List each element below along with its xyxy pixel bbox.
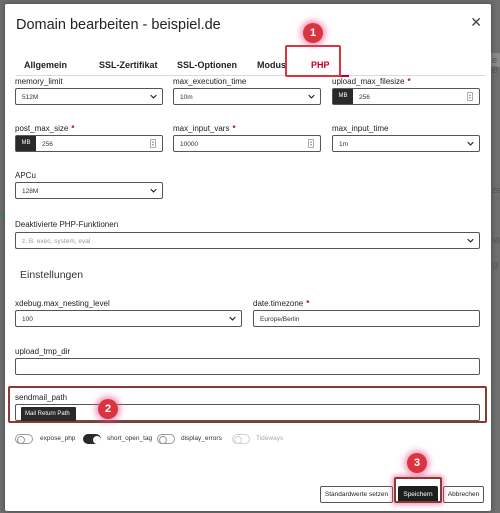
- chevron-down-icon: [467, 238, 474, 243]
- chevron-down-icon: [308, 94, 315, 99]
- dialog-title: Domain bearbeiten - beispiel.de: [16, 17, 221, 33]
- annotation-badge-3: 3: [407, 453, 427, 473]
- max-execution-time-label: max_execution_time: [173, 77, 247, 86]
- tab-ssl-zertifikat[interactable]: SSL-Zertifikat: [99, 60, 158, 70]
- upload-tmp-dir-label: upload_tmp_dir: [15, 347, 71, 356]
- tab-allgemein[interactable]: Allgemein: [24, 60, 67, 70]
- number-spinner-icon[interactable]: [150, 139, 156, 148]
- edit-domain-dialog: Domain bearbeiten - beispiel.de ✕ Allgem…: [5, 4, 491, 511]
- chevron-down-icon: [467, 141, 474, 146]
- disabled-functions-select[interactable]: z. B. exec, system, eval: [15, 232, 480, 249]
- background-text: ste: [492, 235, 500, 245]
- annotation-highlight-sendmail: [8, 386, 487, 423]
- post-max-size-label: post_max_size *: [15, 124, 75, 133]
- upload-tmp-dir-input[interactable]: [15, 358, 480, 375]
- cancel-button[interactable]: Abbrechen: [443, 486, 484, 503]
- upload-max-filesize-input[interactable]: MB 256: [332, 88, 480, 105]
- tab-bar: Allgemein SSL-Zertifikat SSL-Optionen Mo…: [16, 52, 485, 77]
- disabled-functions-label: Deaktivierte PHP-Funktionen: [15, 220, 119, 229]
- timezone-input[interactable]: Europe/Berlin: [253, 310, 480, 327]
- xdebug-label: xdebug.max_nesting_level: [15, 299, 110, 308]
- toggle-switch[interactable]: [15, 434, 33, 444]
- unit-prefix: MB: [333, 89, 353, 104]
- chevron-down-icon: [150, 94, 157, 99]
- tab-modus[interactable]: Modus: [257, 60, 286, 70]
- timezone-label: date.timezone *: [253, 299, 310, 308]
- toggle-switch[interactable]: [157, 434, 175, 444]
- unit-prefix: MB: [16, 136, 36, 151]
- memory-limit-label: memory_limit: [15, 77, 63, 86]
- annotation-badge-2: 2: [98, 399, 118, 419]
- background-text: g: [493, 259, 499, 269]
- annotation-highlight-php-tab: [285, 45, 341, 77]
- chevron-down-icon: [229, 316, 236, 321]
- max-input-vars-input[interactable]: 10000: [173, 135, 321, 152]
- toggle-switch: [232, 434, 250, 444]
- close-icon[interactable]: ✕: [470, 14, 482, 31]
- annotation-badge-1: 1: [303, 23, 323, 43]
- background-text: e B: [492, 55, 499, 75]
- max-input-time-label: max_input_time: [332, 124, 389, 133]
- memory-limit-select[interactable]: 512M: [15, 88, 163, 105]
- section-title: Einstellungen: [20, 269, 84, 281]
- apcu-select[interactable]: 128M: [15, 182, 163, 199]
- apcu-label: APCu: [15, 171, 36, 180]
- max-execution-time-select[interactable]: 10m: [173, 88, 321, 105]
- tab-ssl-optionen[interactable]: SSL-Optionen: [177, 60, 237, 70]
- number-spinner-icon[interactable]: [308, 139, 314, 148]
- annotation-highlight-save: [394, 477, 442, 503]
- max-input-vars-label: max_input_vars *: [173, 124, 236, 133]
- background-text: ze: [492, 185, 500, 195]
- upload-max-filesize-label: upload_max_filesize *: [332, 77, 411, 86]
- number-spinner-icon[interactable]: [467, 92, 473, 101]
- toggle-switch[interactable]: [83, 434, 101, 444]
- reset-defaults-button[interactable]: Standardwerte setzen: [320, 486, 393, 503]
- post-max-size-input[interactable]: MB 256: [15, 135, 163, 152]
- xdebug-select[interactable]: 100: [15, 310, 242, 327]
- max-input-time-select[interactable]: 1m: [332, 135, 480, 152]
- chevron-down-icon: [150, 188, 157, 193]
